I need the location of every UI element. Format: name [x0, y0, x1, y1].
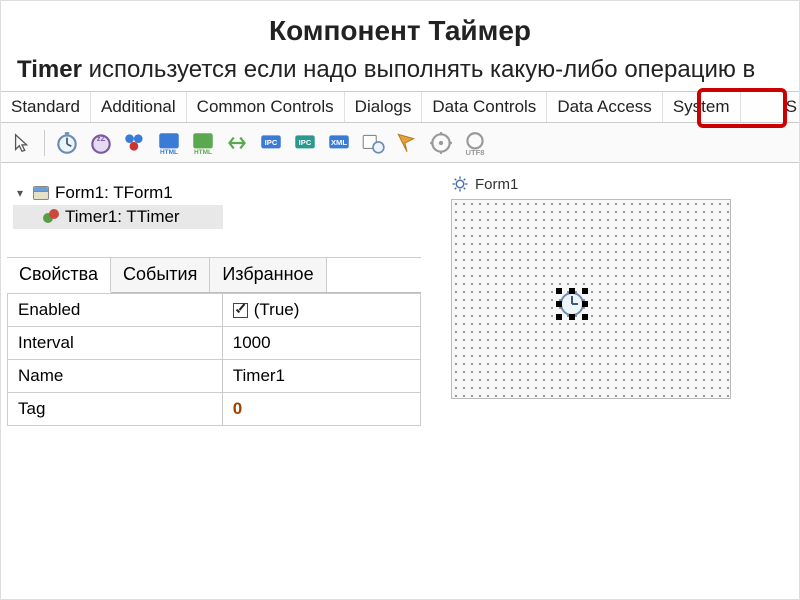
selection-handle[interactable] [569, 288, 575, 294]
tab-favorites[interactable]: Избранное [210, 258, 326, 292]
prop-row-enabled[interactable]: Enabled (True) [8, 294, 421, 327]
tree-root-label: Form1: TForm1 [55, 183, 173, 203]
prop-row-tag[interactable]: Tag 0 [8, 393, 421, 426]
lazintf-icon[interactable] [426, 128, 456, 158]
component-icon [43, 209, 59, 225]
prop-name: Name [8, 360, 223, 393]
prop-value[interactable]: 1000 [222, 327, 420, 360]
ipc-client-icon[interactable]: IPC [290, 128, 320, 158]
svg-text:HTML: HTML [194, 148, 212, 155]
svg-text:zZ: zZ [97, 133, 106, 142]
object-inspector: Свойства События Избранное Enabled (True… [7, 257, 421, 426]
date-timer-icon[interactable] [358, 128, 388, 158]
component-toolbar: zZ HTML HTML IPC IPC XML UTF8 [1, 123, 799, 163]
component-palette-tabs: Standard Additional Common Controls Dial… [1, 91, 799, 123]
overflow-glyph: S [786, 97, 797, 117]
tab-additional[interactable]: Additional [91, 92, 187, 122]
prop-row-interval[interactable]: Interval 1000 [8, 327, 421, 360]
gear-icon [451, 175, 469, 193]
svg-text:IPC: IPC [265, 138, 278, 147]
tab-dialogs[interactable]: Dialogs [345, 92, 423, 122]
tab-common-controls[interactable]: Common Controls [187, 92, 345, 122]
prop-value[interactable]: (True) [222, 294, 420, 327]
tree-root-form[interactable]: ▾ Form1: TForm1 [13, 181, 415, 205]
utf8-icon[interactable]: UTF8 [460, 128, 490, 158]
selection-handle[interactable] [569, 314, 575, 320]
property-grid: Enabled (True) Interval 1000 Name Timer1… [7, 293, 421, 426]
tab-events[interactable]: События [111, 258, 210, 292]
pointer-icon[interactable] [7, 128, 37, 158]
timer-component[interactable] [560, 292, 584, 316]
tab-system[interactable]: System [663, 92, 741, 122]
selection-handle[interactable] [556, 314, 562, 320]
design-canvas[interactable] [451, 199, 731, 399]
chm-help-icon[interactable] [392, 128, 422, 158]
tree-child-timer[interactable]: Timer1: TTimer [13, 205, 223, 229]
timer-icon[interactable] [52, 128, 82, 158]
tree-child-label: Timer1: TTimer [65, 207, 180, 227]
image-list-icon[interactable] [120, 128, 150, 158]
tree-collapse-icon[interactable]: ▾ [13, 186, 27, 200]
checkbox-icon[interactable] [233, 303, 248, 318]
prop-value[interactable]: Timer1 [222, 360, 420, 393]
ipc-server-icon[interactable]: IPC [256, 128, 286, 158]
object-tree: ▾ Form1: TForm1 Timer1: TTimer [7, 175, 421, 233]
application-props-icon[interactable] [222, 128, 252, 158]
svg-text:UTF8: UTF8 [466, 147, 485, 155]
prop-name: Interval [8, 327, 223, 360]
svg-text:XML: XML [331, 138, 347, 147]
designer-label: Form1 [475, 176, 518, 193]
form-designer: Form1 [451, 175, 751, 399]
prop-name: Enabled [8, 294, 223, 327]
svg-text:IPC: IPC [299, 138, 312, 147]
tab-data-controls[interactable]: Data Controls [422, 92, 547, 122]
tab-properties[interactable]: Свойства [7, 258, 111, 293]
tab-standard[interactable]: Standard [1, 92, 91, 122]
idle-timer-icon[interactable]: zZ [86, 128, 116, 158]
svg-text:HTML: HTML [160, 148, 178, 155]
xml-props-icon[interactable]: XML [324, 128, 354, 158]
selection-handle[interactable] [582, 301, 588, 307]
form-icon [33, 186, 49, 200]
clock-icon [560, 292, 584, 316]
html-icon[interactable]: HTML [154, 128, 184, 158]
slide-title: Компонент Таймер [1, 15, 799, 47]
toolbar-separator [44, 130, 45, 156]
selection-handle[interactable] [556, 288, 562, 294]
prop-value[interactable]: 0 [222, 393, 420, 426]
tab-data-access[interactable]: Data Access [547, 92, 663, 122]
html-help-icon[interactable]: HTML [188, 128, 218, 158]
slide-description: Timer используется если надо выполнять к… [17, 55, 783, 85]
prop-name: Tag [8, 393, 223, 426]
selection-handle[interactable] [582, 314, 588, 320]
prop-row-name[interactable]: Name Timer1 [8, 360, 421, 393]
selection-handle[interactable] [582, 288, 588, 294]
selection-handle[interactable] [556, 301, 562, 307]
